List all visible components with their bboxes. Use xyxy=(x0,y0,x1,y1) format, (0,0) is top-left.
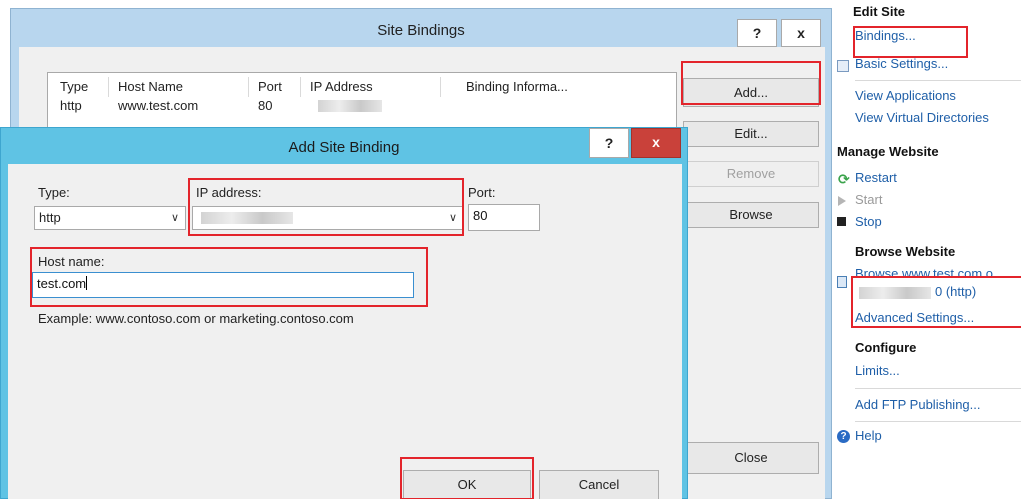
type-select-value: http xyxy=(39,210,61,225)
host-name-value: test.com xyxy=(37,276,87,291)
ip-address-select[interactable]: ∨ xyxy=(192,206,464,230)
text-caret xyxy=(86,276,88,290)
help-link[interactable]: Help xyxy=(855,428,882,443)
column-divider xyxy=(108,77,109,97)
ok-button[interactable]: OK xyxy=(403,470,531,499)
add-site-binding-dialog: Add Site Binding ? x Type: http ∨ IP add… xyxy=(0,127,688,499)
binding-row-type[interactable]: http xyxy=(60,98,82,113)
column-header-type[interactable]: Type xyxy=(60,79,88,94)
manage-website-heading: Manage Website xyxy=(837,144,939,159)
binding-row-port[interactable]: 80 xyxy=(258,98,272,113)
site-bindings-close-button[interactable]: x xyxy=(781,19,821,47)
ip-address-label: IP address: xyxy=(196,185,262,200)
dialog-close-button[interactable]: x xyxy=(631,128,681,158)
limits-link[interactable]: Limits... xyxy=(855,363,900,378)
basic-settings-icon xyxy=(837,60,849,72)
bindings-link[interactable]: Bindings... xyxy=(855,28,916,43)
stop-icon xyxy=(837,217,846,226)
help-icon: ? xyxy=(837,430,850,443)
separator xyxy=(855,80,1021,81)
host-name-label: Host name: xyxy=(38,254,105,269)
column-divider xyxy=(300,77,301,97)
browse-website-heading: Browse Website xyxy=(855,244,956,259)
add-site-binding-title: Add Site Binding xyxy=(288,139,400,156)
remove-button: Remove xyxy=(683,161,819,187)
binding-row-host[interactable]: www.test.com xyxy=(118,98,198,113)
advanced-settings-link[interactable]: Advanced Settings... xyxy=(855,310,974,325)
cancel-button[interactable]: Cancel xyxy=(539,470,659,499)
column-divider xyxy=(440,77,441,97)
type-select[interactable]: http ∨ xyxy=(34,206,186,230)
view-applications-link[interactable]: View Applications xyxy=(855,88,956,103)
stop-link[interactable]: Stop xyxy=(855,214,882,229)
port-input[interactable]: 80 xyxy=(468,204,540,231)
edit-site-heading: Edit Site xyxy=(853,4,906,19)
start-link: Start xyxy=(855,192,883,207)
view-virtual-directories-link[interactable]: View Virtual Directories xyxy=(855,110,989,125)
edit-button[interactable]: Edit... xyxy=(683,121,819,147)
site-bindings-help-button[interactable]: ? xyxy=(737,19,777,47)
redacted-ip xyxy=(859,287,931,299)
restart-icon: ⟳ xyxy=(838,171,850,187)
host-name-input[interactable]: test.com xyxy=(32,272,414,298)
browse-site-link-suffix[interactable]: 0 (http) xyxy=(935,284,976,299)
close-button[interactable]: Close xyxy=(683,442,819,474)
dialog-help-button[interactable]: ? xyxy=(589,128,629,158)
configure-heading: Configure xyxy=(855,340,917,355)
redacted-ip xyxy=(318,100,382,112)
basic-settings-link[interactable]: Basic Settings... xyxy=(855,56,948,71)
column-header-host-name[interactable]: Host Name xyxy=(118,79,183,94)
restart-link[interactable]: Restart xyxy=(855,170,897,185)
add-ftp-publishing-link[interactable]: Add FTP Publishing... xyxy=(855,397,981,412)
redacted-ip xyxy=(201,212,293,224)
type-label: Type: xyxy=(38,185,70,200)
browse-site-link[interactable]: Browse www.test.com o xyxy=(855,266,993,281)
chevron-down-icon: ∨ xyxy=(170,212,179,224)
column-header-port[interactable]: Port xyxy=(258,79,282,94)
separator xyxy=(855,388,1021,389)
chevron-down-icon: ∨ xyxy=(448,212,457,224)
add-button[interactable]: Add... xyxy=(683,78,819,107)
column-header-binding-information[interactable]: Binding Informa... xyxy=(466,79,568,94)
site-bindings-title: Site Bindings xyxy=(377,22,465,39)
start-icon xyxy=(838,196,846,206)
host-name-example: Example: www.contoso.com or marketing.co… xyxy=(38,311,354,326)
browse-button[interactable]: Browse xyxy=(683,202,819,228)
browse-icon xyxy=(837,276,847,288)
add-site-binding-client: Type: http ∨ IP address: ∨ Port: 80 Host… xyxy=(8,164,682,499)
actions-pane: Edit Site Bindings... Basic Settings... … xyxy=(833,0,1021,499)
port-label: Port: xyxy=(468,185,496,200)
column-divider xyxy=(248,77,249,97)
separator xyxy=(855,421,1021,422)
column-header-ip-address[interactable]: IP Address xyxy=(310,79,373,94)
